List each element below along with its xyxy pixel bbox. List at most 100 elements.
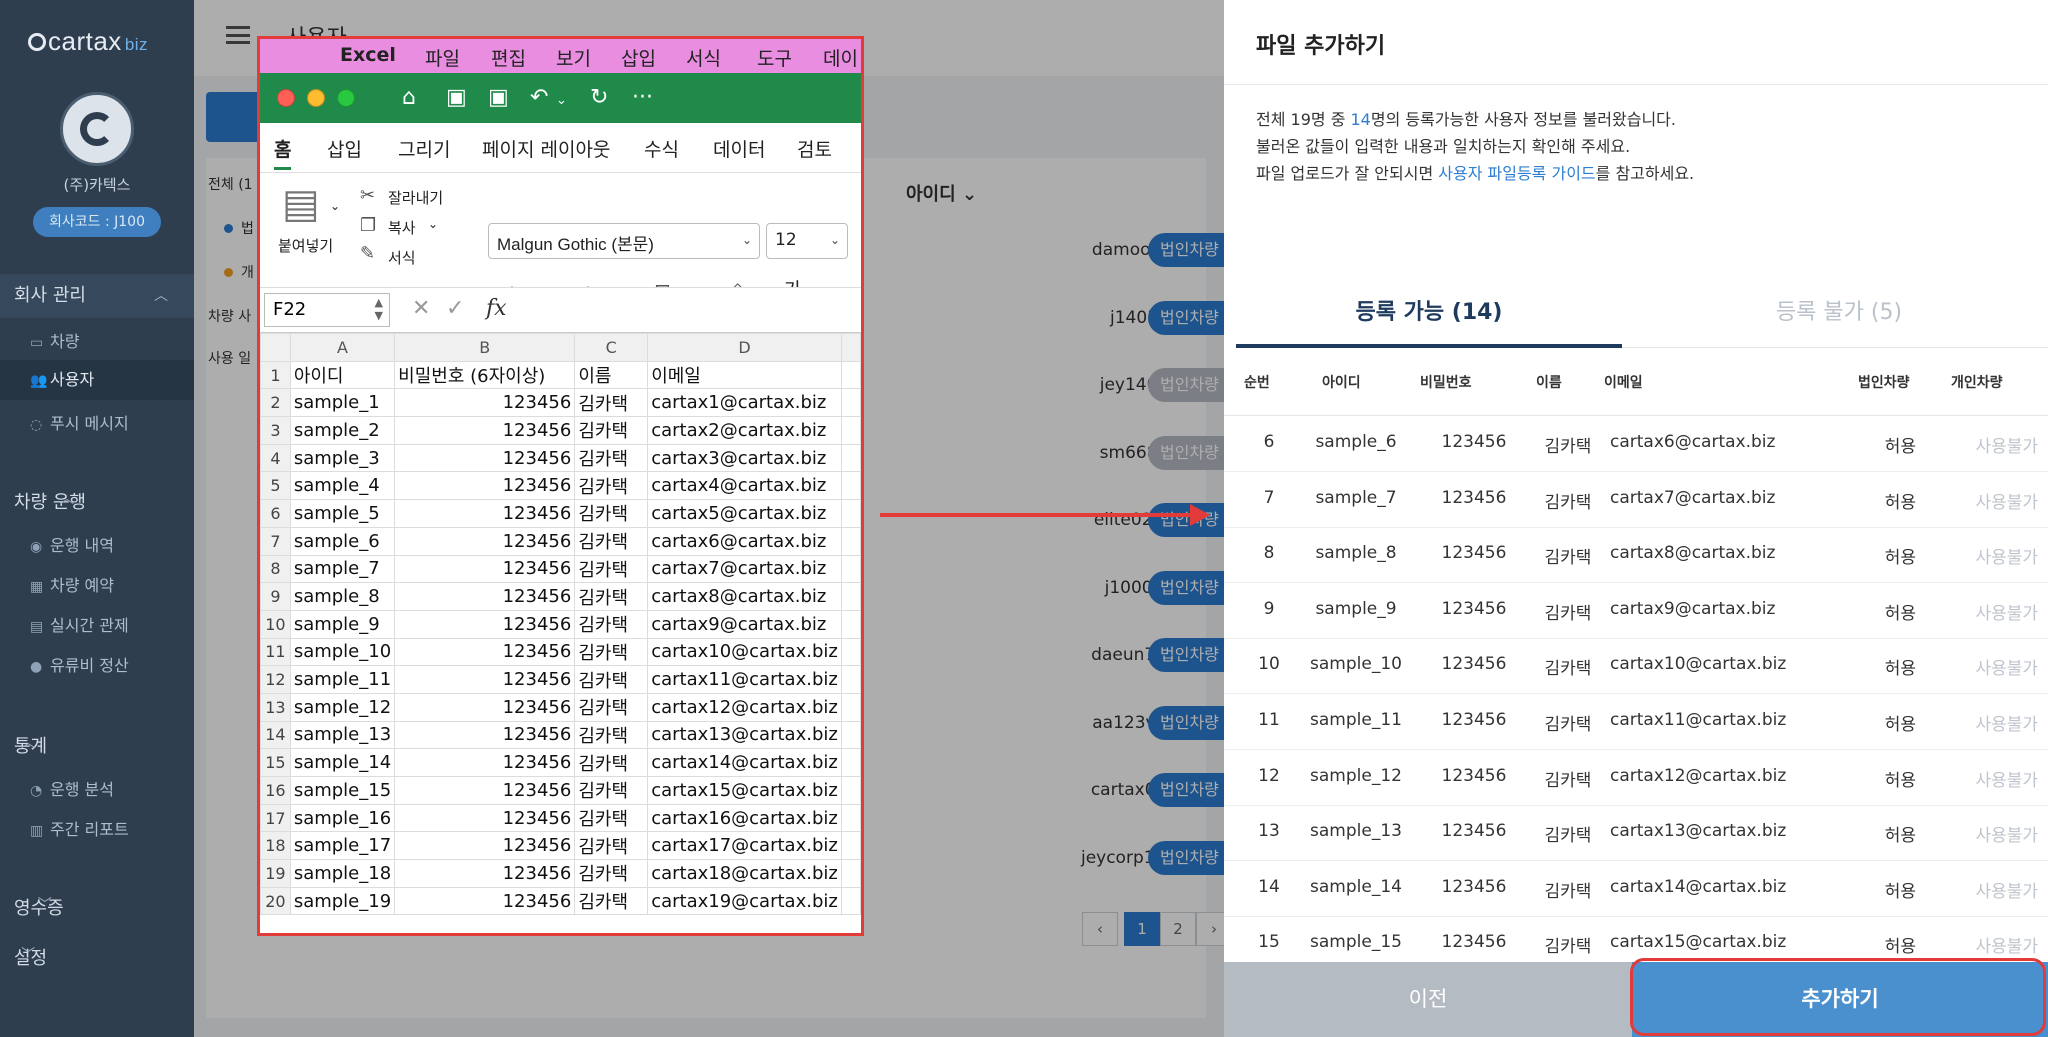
nav-item-weekly[interactable]: ▥ 주간 리포트: [30, 816, 129, 840]
sheet-row[interactable]: 6 sample_5 123456 김카택 cartax5@cartax.biz: [260, 499, 861, 528]
nav-group-receipts[interactable]: 영수증 ﹀: [14, 894, 64, 920]
sheet-cell[interactable]: cartax12@cartax.biz: [647, 692, 842, 722]
sheet-row[interactable]: 20 sample_19 123456 김카택 cartax19@cartax.biz: [260, 886, 861, 916]
sheet-cell[interactable]: 123456: [394, 748, 576, 777]
sheet-cell[interactable]: 123456: [394, 637, 576, 667]
column-header[interactable]: B: [394, 333, 576, 362]
tab-registrable[interactable]: 등록 가능 (14): [1236, 290, 1622, 348]
sheet-cell[interactable]: cartax14@cartax.biz: [647, 748, 842, 777]
sheet-cell[interactable]: 김카택: [574, 416, 649, 445]
sheet-cell[interactable]: [840, 776, 861, 805]
menu-tools[interactable]: 도구: [757, 44, 792, 71]
row-number[interactable]: 11: [260, 637, 291, 667]
save-as-icon[interactable]: ▣: [488, 85, 509, 110]
tab-formulas[interactable]: 수식: [644, 135, 679, 162]
row-number[interactable]: 10: [260, 609, 291, 639]
sheet-cell[interactable]: cartax18@cartax.biz: [647, 859, 842, 888]
sheet-cell[interactable]: 123456: [394, 526, 576, 556]
sheet-cell[interactable]: 김카택: [574, 831, 649, 861]
sheet-cell[interactable]: 김카택: [574, 665, 649, 694]
format-painter-button[interactable]: 서식: [388, 247, 416, 268]
sheet-cell[interactable]: [840, 582, 861, 611]
sheet-cell[interactable]: 123456: [394, 499, 576, 528]
tab-home[interactable]: 홈: [274, 135, 292, 170]
sheet-cell[interactable]: [840, 499, 861, 528]
sheet-cell[interactable]: [840, 609, 861, 639]
sheet-cell[interactable]: sample_15: [289, 776, 396, 805]
sheet-row[interactable]: 1 아이디 비밀번호 (6자이상) 이름 이메일: [260, 360, 861, 390]
paste-dropdown-icon[interactable]: ⌄: [330, 199, 340, 213]
sheet-cell[interactable]: 김카택: [574, 748, 649, 777]
sheet-row[interactable]: 18 sample_17 123456 김카택 cartax17@cartax.biz: [260, 831, 861, 861]
name-box[interactable]: F22 ▲ ▼: [264, 293, 390, 327]
sheet-cell[interactable]: sample_2: [289, 416, 396, 445]
column-header[interactable]: D: [647, 333, 842, 362]
sheet-cell[interactable]: 123456: [394, 582, 576, 611]
menu-view[interactable]: 보기: [556, 44, 591, 71]
sheet-cell[interactable]: [840, 443, 861, 473]
row-number[interactable]: 14: [260, 720, 291, 750]
sheet-row[interactable]: 16 sample_15 123456 김카택 cartax15@cartax.biz: [260, 776, 861, 805]
sheet-cell[interactable]: 김카택: [574, 582, 649, 611]
sheet-cell[interactable]: 아이디: [289, 360, 396, 390]
tab-not-registrable[interactable]: 등록 불가 (5): [1646, 290, 2032, 348]
sheet-cell[interactable]: 김카택: [574, 886, 649, 916]
sheet-cell[interactable]: 123456: [394, 554, 576, 584]
more-icon[interactable]: ···: [632, 85, 653, 110]
sheet-cell[interactable]: 123456: [394, 388, 576, 418]
sheet-cell[interactable]: sample_16: [289, 803, 396, 833]
copy-dropdown-icon[interactable]: ⌄: [428, 217, 438, 231]
add-button[interactable]: 추가하기: [1632, 962, 2048, 1037]
sheet-cell[interactable]: 김카택: [574, 720, 649, 750]
sheet-cell[interactable]: 김카택: [574, 554, 649, 584]
sheet-cell[interactable]: cartax11@cartax.biz: [647, 665, 842, 694]
sheet-cell[interactable]: sample_3: [289, 443, 396, 473]
sheet-cell[interactable]: 123456: [394, 416, 576, 445]
sheet-row[interactable]: 5 sample_4 123456 김카택 cartax4@cartax.biz: [260, 471, 861, 501]
spreadsheet-grid[interactable]: A B C D 1 아이디 비밀번호 (6자이상) 이름 이메일 2 sample_1 123…: [260, 333, 861, 916]
sheet-cell[interactable]: 이름: [574, 360, 649, 390]
sheet-cell[interactable]: 123456: [394, 803, 576, 833]
nav-item-push[interactable]: ◌ 푸시 메시지: [30, 410, 129, 434]
sheet-cell[interactable]: sample_4: [289, 471, 396, 501]
sheet-cell[interactable]: 김카택: [574, 692, 649, 722]
sheet-cell[interactable]: cartax2@cartax.biz: [647, 416, 842, 445]
sheet-row[interactable]: 15 sample_14 123456 김카택 cartax14@cartax.biz: [260, 748, 861, 777]
nav-item-vehicle[interactable]: ▭ 차량: [30, 328, 79, 352]
row-number[interactable]: 2: [260, 388, 291, 418]
row-number[interactable]: 17: [260, 803, 291, 833]
sheet-cell[interactable]: 123456: [394, 831, 576, 861]
sheet-row[interactable]: 8 sample_7 123456 김카택 cartax7@cartax.biz: [260, 554, 861, 584]
sheet-cell[interactable]: cartax8@cartax.biz: [647, 582, 842, 611]
sheet-cell[interactable]: cartax4@cartax.biz: [647, 471, 842, 501]
menu-file[interactable]: 파일: [425, 44, 460, 71]
nav-item-users[interactable]: 👥 사용자: [0, 360, 194, 400]
sheet-cell[interactable]: [840, 831, 861, 861]
sheet-row[interactable]: 7 sample_6 123456 김카택 cartax6@cartax.biz: [260, 526, 861, 556]
prev-button[interactable]: 이전: [1224, 962, 1632, 1037]
sheet-cell[interactable]: cartax7@cartax.biz: [647, 554, 842, 584]
sheet-cell[interactable]: cartax9@cartax.biz: [647, 609, 842, 639]
sheet-cell[interactable]: cartax16@cartax.biz: [647, 803, 842, 833]
menu-edit[interactable]: 편집: [491, 44, 526, 71]
redo-icon[interactable]: ↻: [590, 85, 608, 110]
sheet-cell[interactable]: 이메일: [647, 360, 842, 390]
sheet-cell[interactable]: sample_11: [289, 665, 396, 694]
sheet-cell[interactable]: 김카택: [574, 803, 649, 833]
sheet-row[interactable]: 4 sample_3 123456 김카택 cartax3@cartax.biz: [260, 443, 861, 473]
tab-review[interactable]: 검토: [797, 135, 832, 162]
sheet-cell[interactable]: sample_12: [289, 692, 396, 722]
sheet-cell[interactable]: 123456: [394, 859, 576, 888]
sheet-cell[interactable]: [840, 886, 861, 916]
sheet-cell[interactable]: sample_17: [289, 831, 396, 861]
sheet-cell[interactable]: 123456: [394, 720, 576, 750]
row-number[interactable]: 13: [260, 692, 291, 722]
sheet-cell[interactable]: sample_13: [289, 720, 396, 750]
sheet-cell[interactable]: [840, 748, 861, 777]
nav-group-settings[interactable]: 설정 ﹀: [14, 944, 47, 970]
column-header[interactable]: [840, 333, 861, 362]
undo-icon[interactable]: ↶: [530, 85, 548, 110]
row-number[interactable]: 1: [260, 360, 291, 390]
nav-group-company[interactable]: 회사 관리 ︿: [0, 274, 194, 318]
sheet-cell[interactable]: 김카택: [574, 526, 649, 556]
